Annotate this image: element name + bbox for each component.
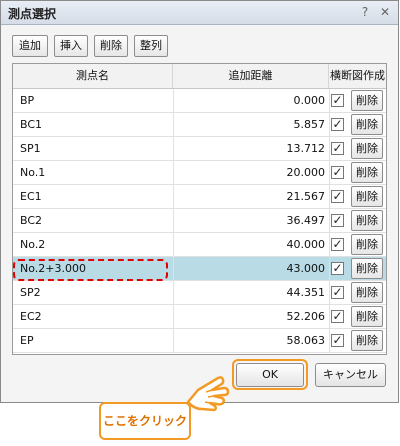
help-icon[interactable]: ? <box>357 4 373 20</box>
cross-section-checkbox[interactable]: ✓ <box>331 94 344 107</box>
station-distance: 21.567 <box>173 185 329 209</box>
cross-section-checkbox[interactable]: ✓ <box>331 286 344 299</box>
dialog-title: 測点選択 <box>8 7 57 21</box>
table-row[interactable]: No.2 40.000 ✓ 削除 <box>13 233 386 257</box>
table-row[interactable]: BC1 5.857 ✓ 削除 <box>13 113 386 137</box>
station-distance: 13.712 <box>173 137 329 161</box>
click-here-callout: ここをクリック <box>99 402 191 440</box>
highlight-box <box>13 259 168 281</box>
column-divider <box>329 209 330 233</box>
header-cross-section[interactable]: 横断図作成 <box>329 64 386 88</box>
station-distance: 52.206 <box>173 305 329 329</box>
cross-section-checkbox[interactable]: ✓ <box>331 142 344 155</box>
header-distance[interactable]: 追加距離 <box>173 64 329 88</box>
insert-button[interactable]: 挿入 <box>54 35 88 57</box>
station-name: BC2 <box>20 214 43 227</box>
close-icon[interactable]: ✕ <box>377 4 393 20</box>
column-divider <box>329 233 330 257</box>
cross-section-checkbox[interactable]: ✓ <box>331 118 344 131</box>
station-name: No.1 <box>20 166 46 179</box>
station-name: BP <box>20 94 35 107</box>
delete-button[interactable]: 削除 <box>94 35 128 57</box>
station-name: SP2 <box>20 286 41 299</box>
cross-section-checkbox[interactable]: ✓ <box>331 238 344 251</box>
station-name: BC1 <box>20 118 43 131</box>
table-row[interactable]: EC1 21.567 ✓ 削除 <box>13 185 386 209</box>
cross-section-checkbox[interactable]: ✓ <box>331 334 344 347</box>
table-header: 測点名 追加距離 横断図作成 <box>13 64 386 89</box>
row-delete-button[interactable]: 削除 <box>351 210 383 231</box>
cancel-button[interactable]: キャンセル <box>315 363 386 387</box>
title-bar: 測点選択 ? ✕ <box>1 1 398 25</box>
station-name: No.2 <box>20 238 46 251</box>
pointing-hand-icon <box>186 376 230 412</box>
cross-section-checkbox[interactable]: ✓ <box>331 166 344 179</box>
row-delete-button[interactable]: 削除 <box>351 114 383 135</box>
table-row[interactable]: No.1 20.000 ✓ 削除 <box>13 161 386 185</box>
cross-section-checkbox[interactable]: ✓ <box>331 262 344 275</box>
station-name: EP <box>20 334 34 347</box>
column-divider <box>329 281 330 305</box>
column-divider <box>329 137 330 161</box>
row-delete-button[interactable]: 削除 <box>351 162 383 183</box>
station-name: EC1 <box>20 190 42 203</box>
row-delete-button[interactable]: 削除 <box>351 186 383 207</box>
table-row[interactable]: EP 58.063 ✓ 削除 <box>13 329 386 353</box>
table-row[interactable]: BC2 36.497 ✓ 削除 <box>13 209 386 233</box>
header-station-name[interactable]: 測点名 <box>13 64 173 88</box>
station-distance: 58.063 <box>173 329 329 353</box>
row-delete-button[interactable]: 削除 <box>351 234 383 255</box>
cross-section-checkbox[interactable]: ✓ <box>331 214 344 227</box>
row-delete-button[interactable]: 削除 <box>351 90 383 111</box>
station-select-dialog: 測点選択 ? ✕ 追加 挿入 削除 整列 測点名 追加距離 横断図作成 BP 0.… <box>0 0 399 403</box>
row-delete-button[interactable]: 削除 <box>351 138 383 159</box>
station-table: 測点名 追加距離 横断図作成 BP 0.000 ✓ 削除 BC1 5.857 ✓ 削除 SP1 1… <box>12 63 387 355</box>
row-delete-button[interactable]: 削除 <box>351 306 383 327</box>
column-divider <box>329 185 330 209</box>
cross-section-checkbox[interactable]: ✓ <box>331 190 344 203</box>
station-name: SP1 <box>20 142 41 155</box>
column-divider <box>329 89 330 113</box>
column-divider <box>329 305 330 329</box>
table-row[interactable]: BP 0.000 ✓ 削除 <box>13 89 386 113</box>
column-divider <box>329 113 330 137</box>
column-divider <box>329 329 330 353</box>
column-divider <box>329 257 330 281</box>
column-divider <box>329 161 330 185</box>
station-distance: 36.497 <box>173 209 329 233</box>
row-delete-button[interactable]: 削除 <box>351 258 383 279</box>
cross-section-checkbox[interactable]: ✓ <box>331 310 344 323</box>
ok-button[interactable]: OK <box>236 363 304 387</box>
station-distance: 40.000 <box>173 233 329 257</box>
table-row[interactable]: SP1 13.712 ✓ 削除 <box>13 137 386 161</box>
station-distance: 20.000 <box>173 161 329 185</box>
row-delete-button[interactable]: 削除 <box>351 282 383 303</box>
arrange-button[interactable]: 整列 <box>134 35 168 57</box>
station-distance: 44.351 <box>173 281 329 305</box>
station-name: EC2 <box>20 310 42 323</box>
station-distance: 0.000 <box>173 89 329 113</box>
add-button[interactable]: 追加 <box>12 35 48 57</box>
table-row[interactable]: EC2 52.206 ✓ 削除 <box>13 305 386 329</box>
table-row[interactable]: SP2 44.351 ✓ 削除 <box>13 281 386 305</box>
row-delete-button[interactable]: 削除 <box>351 330 383 351</box>
station-distance: 43.000 <box>173 257 329 281</box>
station-distance: 5.857 <box>173 113 329 137</box>
